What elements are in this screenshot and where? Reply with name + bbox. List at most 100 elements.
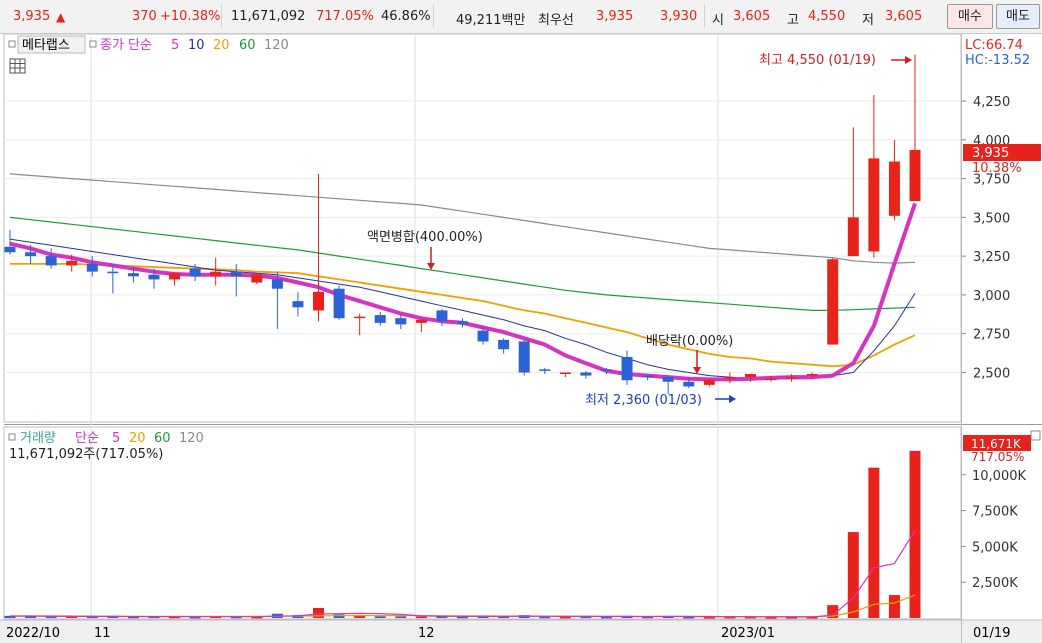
dividend-annotation: 배당락(0.00%) (646, 334, 733, 349)
volume-tick-label: 2,500K (972, 576, 1018, 591)
candle-body (909, 149, 921, 202)
volume-bar (559, 616, 571, 619)
sell-button[interactable]: 매도 (996, 4, 1040, 29)
expand-icon[interactable] (1030, 430, 1041, 441)
ma-legend-label: 종가 단순 (100, 38, 152, 53)
volume-value: 11,671,092 (231, 9, 306, 24)
open-price: 3,605 (733, 9, 771, 24)
split-annotation: 액면병합(400.00%) (367, 230, 483, 245)
x-label-12: 12 (418, 626, 435, 641)
volume-bar (909, 450, 921, 618)
candle-body (786, 377, 798, 379)
turnover-pct: 46.86% (381, 9, 431, 24)
candle-body (251, 274, 263, 283)
volume-ma-120: 120 (179, 431, 204, 446)
candle-body (436, 310, 448, 322)
candle-body (354, 316, 366, 319)
candle-body (744, 374, 756, 378)
candle-body (621, 356, 633, 381)
volume-bar (888, 595, 900, 618)
candle-body (765, 378, 777, 381)
candle-body (169, 273, 181, 280)
candle-body (230, 271, 242, 277)
collapse-icon[interactable] (8, 40, 16, 48)
candle-body (888, 161, 900, 216)
current-price: 3,935 (13, 9, 51, 24)
ma-legend-120: 120 (264, 38, 289, 53)
volume-ratio: 717.05% (316, 9, 374, 24)
volume-bar (395, 616, 407, 618)
high-annotation: 최고 4,550 (01/19) (759, 53, 876, 68)
candle-body (827, 259, 839, 345)
candle-body (806, 374, 818, 376)
candle-body (642, 375, 654, 378)
collapse-icon[interactable] (8, 433, 16, 441)
chart-area[interactable]: 메타랩스 종가 단순 5 10 20 60 120 최고 4,550 (01/1… (0, 34, 1042, 643)
candle-body (395, 318, 407, 325)
volume-ma-5: 5 (112, 431, 120, 446)
candle-body (374, 315, 386, 323)
divider (221, 5, 222, 27)
ma-legend-60: 60 (239, 38, 256, 53)
candle-body (724, 377, 736, 379)
buy-button[interactable]: 매수 (947, 4, 993, 29)
candle-body (683, 381, 695, 387)
current-pct-label: 10.38% (972, 161, 1022, 176)
volume-bar (374, 616, 386, 618)
stock-chart-app: 3,935 ▲ 370 +10.38% 11,671,092 717.05% 4… (0, 0, 1042, 643)
candle-body (25, 252, 37, 257)
volume-tick-label: 5,000K (972, 540, 1018, 555)
price-tick-label: 4,250 (973, 95, 1010, 110)
best-bid: 3,930 (660, 9, 698, 24)
divider (433, 5, 434, 27)
volume-ma-20: 20 (129, 431, 146, 446)
collapse-icon[interactable] (89, 40, 97, 48)
low-label: 저 (862, 13, 874, 28)
volume-bar (847, 532, 859, 618)
candle-body (868, 158, 880, 252)
symbol-name: 메타랩스 (22, 38, 70, 53)
candle-body (189, 268, 201, 277)
candle-body (457, 321, 468, 325)
volume-bar (868, 467, 880, 618)
candle-body (127, 273, 139, 277)
ma-legend-20: 20 (213, 38, 230, 53)
lc-label: LC:66.74 (965, 38, 1023, 53)
current-price-label: 3,935 (972, 146, 1009, 161)
candle-body (313, 291, 325, 311)
price-tick-label: 3,000 (973, 289, 1010, 304)
candle-body (45, 256, 57, 266)
price-tick-label: 2,500 (973, 366, 1010, 381)
volume-bar (703, 616, 715, 619)
candle-body (210, 271, 222, 277)
price-change: 370 (132, 9, 157, 24)
hc-label: HC:-13.52 (965, 53, 1030, 68)
candle-body (539, 369, 551, 371)
low-price: 3,605 (885, 9, 923, 24)
candle-body (580, 372, 592, 376)
ma-legend-5: 5 (171, 38, 179, 53)
volume-bar (539, 616, 551, 619)
candle-body (271, 279, 283, 289)
current-volume-pct: 717.05% (971, 450, 1024, 464)
candle-body (86, 263, 98, 272)
candle-body (847, 217, 859, 257)
x-label-2022-10: 2022/10 (6, 626, 60, 641)
high-price: 4,550 (808, 9, 846, 24)
volume-ma-60: 60 (154, 431, 171, 446)
volume-summary: 11,671,092주(717.05%) (9, 447, 163, 462)
x-label-2023-01: 2023/01 (721, 626, 775, 641)
x-axis-bar (0, 620, 1042, 643)
price-tick-label: 3,500 (973, 211, 1010, 226)
best-quote-label: 최우선 (538, 13, 574, 28)
table-icon[interactable] (9, 58, 26, 74)
candle-body (518, 341, 530, 373)
current-volume-label: 11,671K (971, 437, 1022, 451)
candle-body (415, 319, 427, 323)
volume-axis: 11,671K 717.05% 10,000K 7,500K 5,000K 2,500… (961, 430, 1041, 591)
price-tick-label: 2,750 (973, 328, 1010, 343)
candle-body (148, 274, 160, 280)
candle-body (662, 377, 674, 382)
ticker-bar: 3,935 ▲ 370 +10.38% 11,671,092 717.05% 4… (0, 0, 1042, 34)
candle-body (292, 301, 304, 308)
